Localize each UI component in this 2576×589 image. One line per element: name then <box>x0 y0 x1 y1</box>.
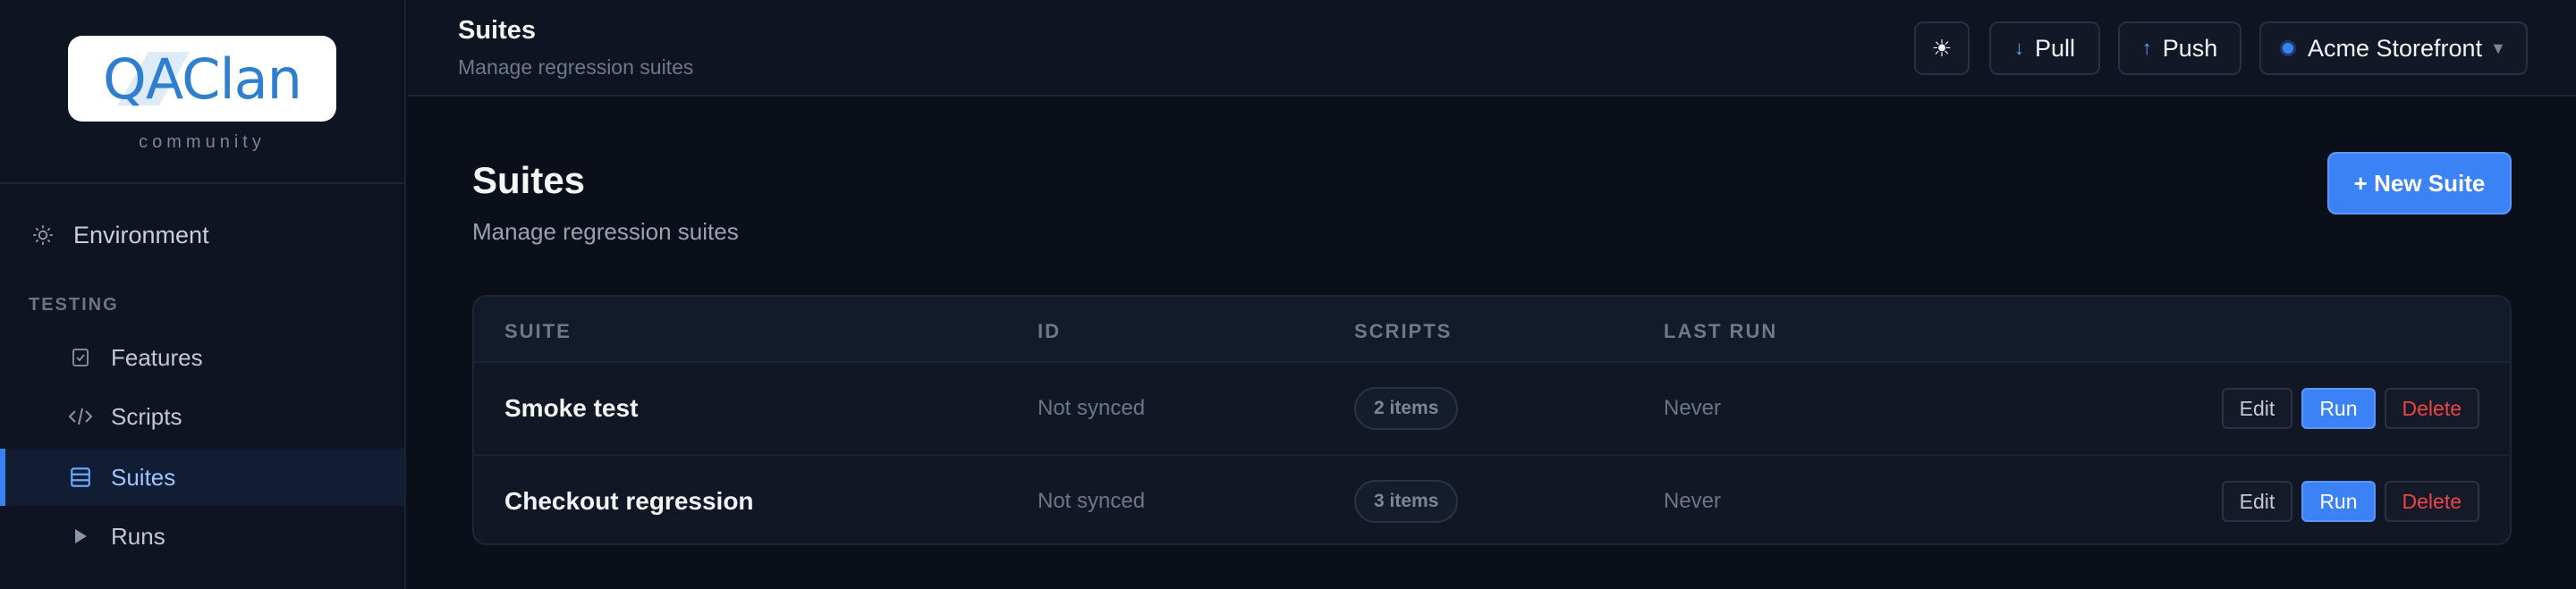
page-title: Suites <box>472 159 586 201</box>
push-label: Push <box>2162 34 2218 62</box>
column-header-scripts: SCRIPTS <box>1354 320 1453 342</box>
edit-button[interactable]: Edit <box>2221 388 2293 429</box>
sidebar-item-label: Scripts <box>111 402 182 430</box>
column-header-id: ID <box>1038 320 1061 342</box>
sidebar-item-label: Features <box>111 343 203 371</box>
suite-id: Not synced <box>1038 489 1146 513</box>
stack-icon <box>68 465 93 490</box>
page-subtitle: Manage regression suites <box>472 218 739 245</box>
sidebar-section-testing: TESTING <box>29 295 119 315</box>
checklist-icon <box>68 345 93 370</box>
scripts-cell: 3 items <box>1354 456 1459 543</box>
sidebar-item-label: Runs <box>111 522 165 550</box>
sun-icon: ☀ <box>1931 34 1953 62</box>
row-actions: Edit Run Delete <box>2221 456 2479 543</box>
table-row[interactable]: Smoke test Not synced 2 items Never Edit… <box>474 363 2510 454</box>
edit-button[interactable]: Edit <box>2221 481 2293 522</box>
top-bar: Suites Manage regression suites ☀ ↓ Pull… <box>408 0 2576 97</box>
scripts-count-badge: 2 items <box>1354 387 1459 430</box>
delete-button[interactable]: Delete <box>2384 388 2479 429</box>
project-label: Acme Storefront <box>2308 34 2483 62</box>
play-icon <box>68 524 93 549</box>
arrow-down-icon: ↓ <box>2013 37 2024 59</box>
run-button[interactable]: Run <box>2301 481 2376 522</box>
last-run: Never <box>1664 396 1722 420</box>
arrow-up-icon: ↑ <box>2141 37 2152 59</box>
brand: QAClan community <box>0 0 404 184</box>
logo-tagline: community <box>139 132 266 152</box>
scripts-cell: 2 items <box>1354 363 1459 454</box>
sidebar: QAClan community Environment TESTING Fea… <box>0 0 406 589</box>
code-icon <box>68 404 93 429</box>
push-button[interactable]: ↑ Push <box>2118 21 2241 75</box>
sidebar-item-label: Environment <box>73 221 209 248</box>
suites-table: SUITE ID SCRIPTS LAST RUN Smoke test Not… <box>472 295 2512 545</box>
delete-button[interactable]: Delete <box>2384 481 2479 522</box>
sidebar-item-scripts[interactable]: Scripts <box>0 388 404 445</box>
sidebar-item-suites[interactable]: Suites <box>0 449 404 506</box>
pull-button[interactable]: ↓ Pull <box>1989 21 2100 75</box>
column-header-suite: SUITE <box>504 320 572 342</box>
sidebar-item-runs[interactable]: Runs <box>0 508 404 565</box>
suite-name: Smoke test <box>504 394 639 422</box>
sidebar-item-features[interactable]: Features <box>0 329 404 386</box>
logo-text: QAClan <box>103 46 302 112</box>
project-status-dot <box>2283 43 2293 54</box>
suite-name: Checkout regression <box>504 487 754 515</box>
project-selector[interactable]: Acme Storefront ▼ <box>2259 21 2528 75</box>
pull-label: Pull <box>2034 34 2076 62</box>
logo[interactable]: QAClan <box>68 36 336 122</box>
row-actions: Edit Run Delete <box>2221 363 2479 454</box>
sun-icon <box>30 223 55 248</box>
suite-id: Not synced <box>1038 396 1146 420</box>
header-title: Suites <box>458 16 537 45</box>
table-row[interactable]: Checkout regression Not synced 3 items N… <box>474 454 2510 543</box>
theme-toggle-button[interactable]: ☀ <box>1914 21 1970 75</box>
chevron-down-icon: ▼ <box>2490 38 2506 57</box>
last-run: Never <box>1664 489 1722 513</box>
new-suite-button[interactable]: + New Suite <box>2327 152 2512 215</box>
table-header: SUITE ID SCRIPTS LAST RUN <box>474 297 2510 363</box>
column-header-last-run: LAST RUN <box>1664 320 1778 342</box>
run-button[interactable]: Run <box>2301 388 2376 429</box>
scripts-count-badge: 3 items <box>1354 480 1459 523</box>
header-subtitle: Manage regression suites <box>458 55 694 79</box>
sidebar-item-label: Suites <box>111 463 176 491</box>
sidebar-item-environment[interactable]: Environment <box>0 213 404 257</box>
